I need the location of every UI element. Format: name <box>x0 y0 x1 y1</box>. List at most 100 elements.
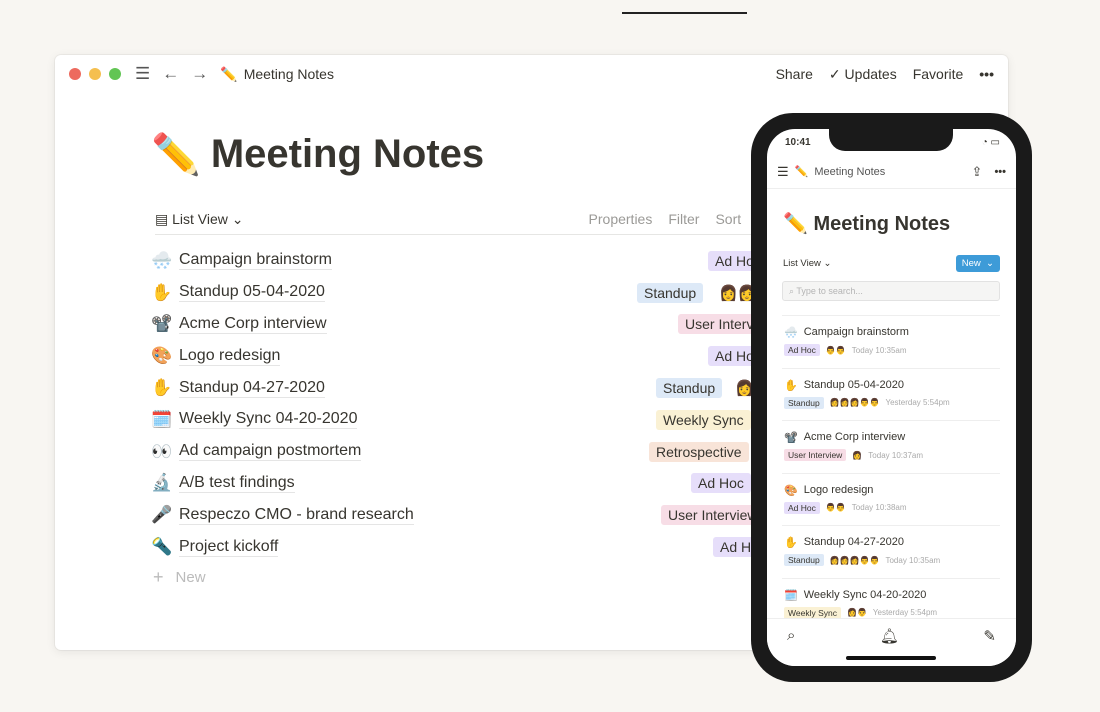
bell-icon[interactable]: 🔔︎ <box>880 627 899 658</box>
timestamp: Today 10:38am <box>851 503 907 513</box>
type-tag: Standup <box>784 554 824 567</box>
maximize-button[interactable] <box>109 68 121 80</box>
row-emoji-icon: 🎨 <box>784 484 798 497</box>
type-tag: Ad Hoc <box>784 344 820 356</box>
minimize-button[interactable] <box>89 68 101 80</box>
menu-icon[interactable]: ☰ <box>777 164 789 180</box>
type-tag: User Interview <box>784 449 847 462</box>
title-bar: ☰ ← → ✏️ Meeting Notes Share ✓ Updates F… <box>55 55 1008 93</box>
row-emoji-icon: ✋ <box>151 378 173 398</box>
phone-new-button[interactable]: New ⌄ <box>955 255 1000 272</box>
sort-button[interactable]: Sort <box>715 211 741 228</box>
row-title[interactable]: Campaign brainstorm <box>179 251 332 271</box>
phone-list-view-dropdown[interactable]: List View ⌄ <box>783 258 831 269</box>
phone-search-input[interactable]: ⌕ Type to search... <box>782 281 1000 301</box>
row-emoji-icon: 🗓️ <box>784 589 798 602</box>
check-icon: ✓ <box>828 65 845 82</box>
list-icon: ▤ <box>155 211 173 227</box>
close-button[interactable] <box>69 68 81 80</box>
search-placeholder: Type to search... <box>796 286 863 296</box>
row-title[interactable]: Standup 05-04-2020 <box>179 283 325 303</box>
battery-wifi-icon: ◔ ▭ <box>981 137 1000 148</box>
phone-list-item[interactable]: 🌨️ Campaign brainstorm Ad Hoc 👨👨 Today 10:35… <box>782 316 1000 369</box>
item-title: Weekly Sync 04-20-2020 <box>803 588 927 601</box>
search-icon[interactable]: ⌕ <box>787 627 795 658</box>
row-emoji-icon: 📽️ <box>784 432 798 445</box>
phone-list-item[interactable]: 📽️ Acme Corp interview User Interview 👩 Toda… <box>782 421 1000 474</box>
type-tag: User Interview <box>661 505 765 526</box>
share-icon[interactable]: ⇪ <box>972 164 983 180</box>
forward-arrow-icon[interactable]: → <box>191 64 208 84</box>
breadcrumb[interactable]: Meeting Notes <box>244 66 334 82</box>
row-emoji-icon: 🔦 <box>151 537 173 557</box>
share-button[interactable]: Share <box>776 66 813 82</box>
list-view-dropdown[interactable]: ▤ List View ⌄ <box>155 211 244 228</box>
status-time: 10:41 <box>785 137 811 148</box>
attendee-avatars: 👩👩👩👨👨 <box>829 555 880 565</box>
row-emoji-icon: ✋ <box>784 537 798 550</box>
timestamp: Yesterday 5:54pm <box>885 398 950 408</box>
phone-view-label: List View <box>783 258 821 269</box>
updates-button[interactable]: ✓ Updates <box>829 66 897 83</box>
row-emoji-icon: ✋ <box>784 379 798 392</box>
row-title[interactable]: Ad campaign postmortem <box>179 442 362 462</box>
pencil-icon: ✏️ <box>151 133 201 177</box>
row-title[interactable]: Weekly Sync 04-20-2020 <box>179 410 358 430</box>
timestamp: Today 10:35am <box>885 555 941 565</box>
row-emoji-icon: 🎤 <box>151 505 173 525</box>
row-title[interactable]: Respeczo CMO - brand research <box>179 506 414 525</box>
row-emoji-icon: 👀 <box>151 441 173 461</box>
row-title[interactable]: A/B test findings <box>179 474 295 493</box>
phone-mockup: 10:41 ◔ ▭ ☰ ✏️ Meeting Notes ⇪ ••• ✏️ Mee… <box>751 113 1032 682</box>
phone-breadcrumb[interactable]: Meeting Notes <box>814 166 885 178</box>
item-title: Acme Corp interview <box>803 431 906 444</box>
attendee-avatars: 👩 <box>852 450 863 460</box>
back-arrow-icon[interactable]: ← <box>162 64 179 84</box>
item-title: Logo redesign <box>803 483 874 496</box>
new-label: New <box>961 258 981 269</box>
row-emoji-icon: 🌨️ <box>151 250 173 270</box>
more-icon[interactable]: ••• <box>979 66 994 82</box>
timestamp: Today 10:35am <box>851 345 907 355</box>
type-tag: Standup <box>784 396 824 409</box>
row-title[interactable]: Logo redesign <box>179 347 281 366</box>
properties-button[interactable]: Properties <box>589 211 653 228</box>
type-tag: Weekly Sync <box>656 409 751 430</box>
plus-icon: + <box>153 567 164 588</box>
phone-list: 🌨️ Campaign brainstorm Ad Hoc 👨👨 Today 10:35… <box>782 315 1000 632</box>
menu-icon[interactable]: ☰ <box>135 64 150 84</box>
pencil-icon: ✏️ <box>783 213 808 235</box>
attendee-avatars: 👩👨 <box>846 608 867 618</box>
row-emoji-icon: ✋ <box>151 282 173 302</box>
row-title[interactable]: Standup 04-27-2020 <box>179 379 325 398</box>
new-label: New <box>175 569 206 587</box>
phone-nav-bar: ☰ ✏️ Meeting Notes ⇪ ••• <box>767 161 1016 189</box>
pencil-icon: ✏️ <box>220 65 238 82</box>
type-tag: Standup <box>656 378 723 399</box>
row-title[interactable]: Project kickoff <box>179 538 279 557</box>
more-icon[interactable]: ••• <box>994 166 1006 178</box>
item-title: Campaign brainstorm <box>803 326 909 338</box>
row-emoji-icon: 📽️ <box>151 314 173 334</box>
favorite-button[interactable]: Favorite <box>913 66 964 82</box>
home-indicator <box>846 656 936 660</box>
type-tag: Ad Hoc <box>691 473 751 494</box>
item-title: Standup 04-27-2020 <box>803 536 905 549</box>
phone-screen: 10:41 ◔ ▭ ☰ ✏️ Meeting Notes ⇪ ••• ✏️ Mee… <box>767 129 1016 666</box>
phone-list-item[interactable]: 🎨 Logo redesign Ad Hoc 👨👨 Today 10:38am <box>782 474 1000 527</box>
row-title[interactable]: Acme Corp interview <box>179 315 327 334</box>
filter-button[interactable]: Filter <box>668 211 699 228</box>
attendee-avatars: 👨👨 <box>825 503 846 513</box>
phone-list-item[interactable]: ✋ Standup 04-27-2020 Standup 👩👩👩👨👨 Today 10:… <box>782 526 1000 579</box>
row-emoji-icon: 🎨 <box>151 346 173 366</box>
page-title-text: Meeting Notes <box>210 132 485 176</box>
phone-view-bar: List View ⌄ New ⌄ <box>783 255 1000 272</box>
updates-label: Updates <box>844 65 897 82</box>
phone-list-item[interactable]: ✋ Standup 05-04-2020 Standup 👩👩👩👨👨 Yesterday… <box>782 369 1000 422</box>
compose-icon[interactable]: ✎ <box>983 627 996 658</box>
status-bar: 10:41 ◔ ▭ <box>785 137 1000 148</box>
row-emoji-icon: 🔬 <box>151 473 173 493</box>
top-nav-underline <box>622 12 747 14</box>
list-view-label: List View <box>172 211 228 227</box>
phone-title-text: Meeting Notes <box>813 213 951 235</box>
